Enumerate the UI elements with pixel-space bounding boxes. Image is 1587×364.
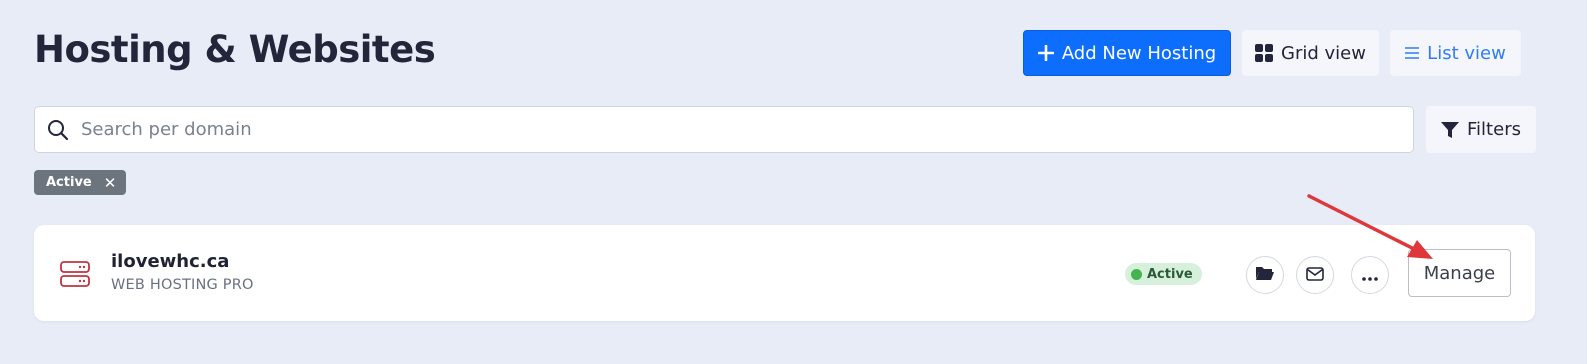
filters-label: Filters bbox=[1467, 119, 1521, 140]
search-input[interactable] bbox=[79, 118, 1413, 141]
email-button[interactable] bbox=[1296, 256, 1334, 294]
search-icon bbox=[47, 119, 69, 141]
folder-icon bbox=[1255, 265, 1275, 285]
grid-icon bbox=[1255, 44, 1274, 62]
status-badge: Active bbox=[1125, 263, 1202, 285]
server-icon bbox=[60, 261, 90, 291]
mail-icon bbox=[1306, 266, 1324, 285]
domain-name[interactable]: ilovewhc.ca bbox=[111, 251, 229, 272]
more-options-button[interactable] bbox=[1351, 256, 1389, 294]
add-new-hosting-label: Add New Hosting bbox=[1061, 42, 1217, 64]
list-view-label: List view bbox=[1427, 42, 1506, 64]
remove-filter-icon[interactable]: ✕ bbox=[104, 174, 117, 192]
add-new-hosting-button[interactable]: Add New Hosting bbox=[1023, 30, 1231, 76]
list-icon bbox=[1405, 46, 1420, 60]
plus-icon bbox=[1037, 45, 1054, 61]
hosting-row: ilovewhc.ca WEB HOSTING PRO Active Manag… bbox=[34, 225, 1535, 321]
page-title: Hosting & Websites bbox=[34, 28, 436, 71]
file-manager-button[interactable] bbox=[1246, 256, 1284, 294]
list-view-button[interactable]: List view bbox=[1390, 30, 1521, 76]
more-icon bbox=[1362, 266, 1378, 285]
filter-icon bbox=[1441, 121, 1460, 139]
manage-button[interactable]: Manage bbox=[1408, 249, 1511, 297]
status-dot-icon bbox=[1131, 268, 1142, 280]
search-bar bbox=[34, 106, 1414, 153]
grid-view-button[interactable]: Grid view bbox=[1242, 30, 1379, 76]
status-label: Active bbox=[1147, 266, 1193, 282]
plan-name: WEB HOSTING PRO bbox=[111, 277, 254, 293]
grid-view-label: Grid view bbox=[1281, 42, 1366, 64]
active-filter-label: Active bbox=[46, 175, 92, 190]
filters-button[interactable]: Filters bbox=[1426, 106, 1536, 153]
active-filter-chip: Active ✕ bbox=[34, 170, 127, 195]
